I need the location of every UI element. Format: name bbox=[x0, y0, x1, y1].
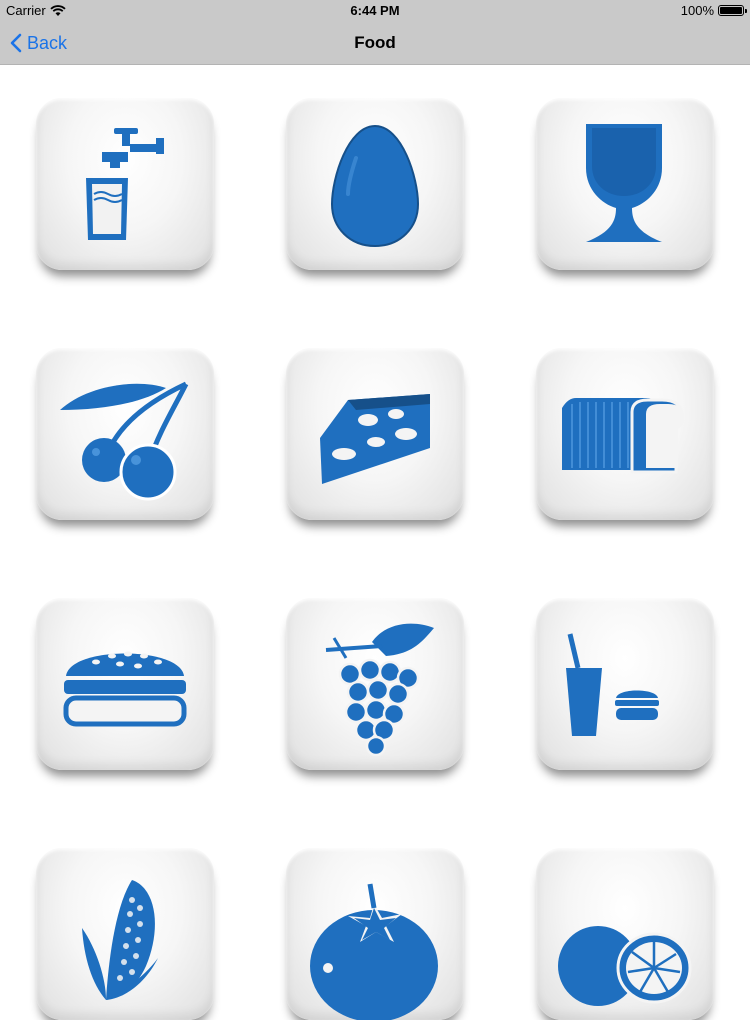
status-bar: Carrier 6:44 PM 100% bbox=[0, 0, 750, 22]
battery-icon bbox=[718, 5, 747, 16]
tile-hamburger[interactable] bbox=[36, 598, 214, 770]
wine-glass-icon bbox=[586, 124, 662, 242]
cherries-icon bbox=[60, 381, 189, 501]
tile-orange[interactable] bbox=[536, 848, 714, 1020]
tile-tomato[interactable] bbox=[286, 848, 464, 1020]
tile-corn[interactable] bbox=[36, 848, 214, 1020]
clock: 6:44 PM bbox=[350, 3, 400, 18]
bread-loaf-icon bbox=[562, 398, 684, 474]
cheese-icon bbox=[320, 394, 430, 484]
tile-grapes[interactable] bbox=[286, 598, 464, 770]
battery-group: 100% bbox=[680, 3, 747, 18]
corn-icon bbox=[82, 880, 158, 1000]
hamburger-icon bbox=[63, 651, 187, 727]
page-title: Food bbox=[354, 33, 396, 52]
orange-icon bbox=[558, 926, 692, 1006]
food-icon-grid bbox=[0, 64, 750, 1020]
fast-food-icon bbox=[566, 633, 659, 736]
tile-cheese[interactable] bbox=[286, 348, 464, 520]
tile-water[interactable] bbox=[36, 98, 214, 270]
battery-percent: 100% bbox=[680, 3, 714, 18]
egg-icon bbox=[330, 124, 420, 248]
tile-fast-food[interactable] bbox=[536, 598, 714, 770]
tile-wine[interactable] bbox=[536, 98, 714, 270]
water-glass-icon bbox=[86, 128, 164, 240]
grapes-icon bbox=[325, 623, 434, 757]
tomato-icon bbox=[310, 883, 438, 1020]
tile-egg[interactable] bbox=[286, 98, 464, 270]
navigation-bar: Back Food bbox=[0, 22, 750, 65]
tile-bread[interactable] bbox=[536, 348, 714, 520]
tile-cherries[interactable] bbox=[36, 348, 214, 520]
